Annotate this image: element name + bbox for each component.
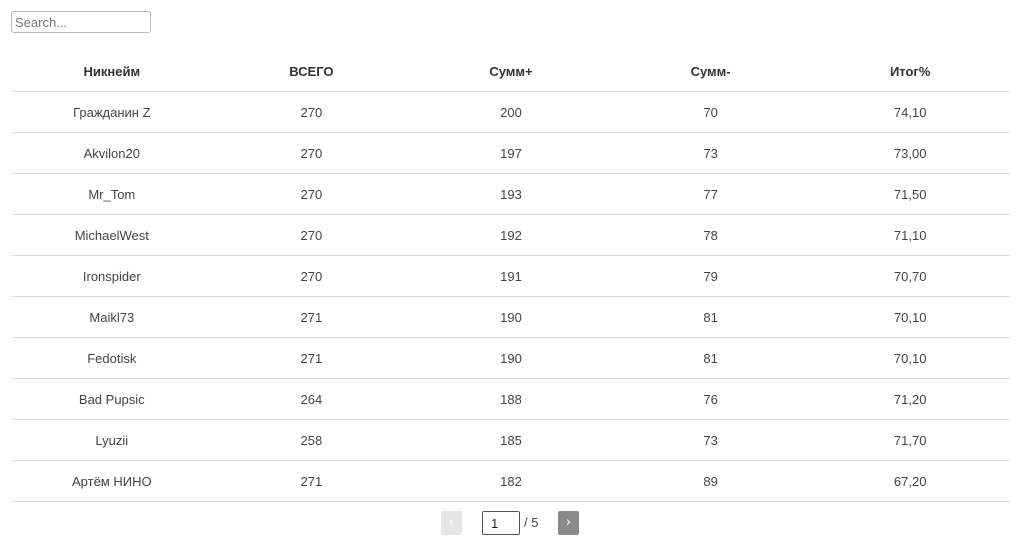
column-header-result-percent[interactable]: Итог% — [810, 51, 1010, 92]
cell-nickname: Bad Pupsic — [12, 378, 212, 420]
table-row: Гражданин Z 270 200 70 74,10 — [12, 91, 1010, 133]
cell-sum-plus: 192 — [411, 214, 611, 256]
cell-result-percent: 70,10 — [810, 337, 1010, 379]
cell-total: 270 — [211, 255, 412, 297]
column-header-nickname[interactable]: Никнейм — [12, 51, 212, 92]
page-number-input[interactable] — [482, 511, 520, 535]
cell-total: 270 — [211, 173, 412, 215]
cell-sum-plus: 190 — [411, 296, 611, 338]
table-row: Fedotisk 271 190 81 70,10 — [12, 337, 1010, 379]
cell-nickname: MichaelWest — [12, 214, 212, 256]
column-header-sum-minus[interactable]: Сумм- — [610, 51, 811, 92]
table-header-row: Никнейм ВСЕГО Сумм+ Сумм- Итог% — [12, 51, 1010, 92]
search-input[interactable] — [11, 11, 151, 33]
table-row: MichaelWest 270 192 78 71,10 — [12, 214, 1010, 256]
cell-result-percent: 70,10 — [810, 296, 1010, 338]
cell-result-percent: 67,20 — [810, 460, 1010, 502]
cell-result-percent: 71,50 — [810, 173, 1010, 215]
cell-sum-minus: 78 — [610, 214, 811, 256]
cell-sum-minus: 70 — [610, 91, 811, 133]
cell-sum-minus: 79 — [610, 255, 811, 297]
next-page-button[interactable]: › — [558, 511, 579, 535]
table-row: Akvilon20 270 197 73 73,00 — [12, 132, 1010, 174]
cell-sum-minus: 73 — [610, 132, 811, 174]
prev-page-button[interactable]: ‹ — [441, 511, 462, 535]
cell-sum-plus: 197 — [411, 132, 611, 174]
cell-sum-minus: 73 — [610, 419, 811, 461]
cell-total: 271 — [211, 337, 412, 379]
cell-sum-plus: 185 — [411, 419, 611, 461]
cell-total: 270 — [211, 91, 412, 133]
table-row: Lyuzii 258 185 73 71,70 — [12, 419, 1010, 461]
table-row: Maikl73 271 190 81 70,10 — [12, 296, 1010, 338]
cell-total: 258 — [211, 419, 412, 461]
cell-sum-plus: 200 — [411, 91, 611, 133]
cell-result-percent: 70,70 — [810, 255, 1010, 297]
pagination: ‹ / 5 › — [0, 511, 1020, 535]
cell-nickname: Артём НИНО — [12, 460, 212, 502]
cell-nickname: Akvilon20 — [12, 132, 212, 174]
table-row: Mr_Tom 270 193 77 71,50 — [12, 173, 1010, 215]
column-header-total[interactable]: ВСЕГО — [211, 51, 412, 92]
cell-result-percent: 71,10 — [810, 214, 1010, 256]
cell-sum-plus: 190 — [411, 337, 611, 379]
cell-nickname: Maikl73 — [12, 296, 212, 338]
cell-total: 271 — [211, 296, 412, 338]
cell-total: 270 — [211, 132, 412, 174]
cell-nickname: Ironspider — [12, 255, 212, 297]
cell-sum-minus: 81 — [610, 337, 811, 379]
table-row: Артём НИНО 271 182 89 67,20 — [12, 460, 1010, 502]
cell-sum-minus: 77 — [610, 173, 811, 215]
table-row: Bad Pupsic 264 188 76 71,20 — [12, 378, 1010, 420]
cell-nickname: Lyuzii — [12, 419, 212, 461]
cell-sum-minus: 89 — [610, 460, 811, 502]
cell-result-percent: 71,20 — [810, 378, 1010, 420]
chevron-right-icon: › — [565, 515, 572, 530]
cell-sum-plus: 193 — [411, 173, 611, 215]
cell-nickname: Гражданин Z — [12, 91, 212, 133]
table-row: Ironspider 270 191 79 70,70 — [12, 255, 1010, 297]
page-total-label: / 5 — [524, 515, 539, 530]
cell-result-percent: 71,70 — [810, 419, 1010, 461]
cell-sum-plus: 191 — [411, 255, 611, 297]
cell-nickname: Mr_Tom — [12, 173, 212, 215]
cell-sum-minus: 81 — [610, 296, 811, 338]
cell-sum-plus: 182 — [411, 460, 611, 502]
cell-total: 271 — [211, 460, 412, 502]
leaderboard-table: Никнейм ВСЕГО Сумм+ Сумм- Итог% Граждани… — [12, 51, 1010, 502]
cell-total: 270 — [211, 214, 412, 256]
cell-nickname: Fedotisk — [12, 337, 212, 379]
cell-result-percent: 74,10 — [810, 91, 1010, 133]
cell-total: 264 — [211, 378, 412, 420]
chevron-left-icon: ‹ — [448, 515, 455, 530]
cell-sum-minus: 76 — [610, 378, 811, 420]
column-header-sum-plus[interactable]: Сумм+ — [411, 51, 611, 92]
cell-sum-plus: 188 — [411, 378, 611, 420]
cell-result-percent: 73,00 — [810, 132, 1010, 174]
